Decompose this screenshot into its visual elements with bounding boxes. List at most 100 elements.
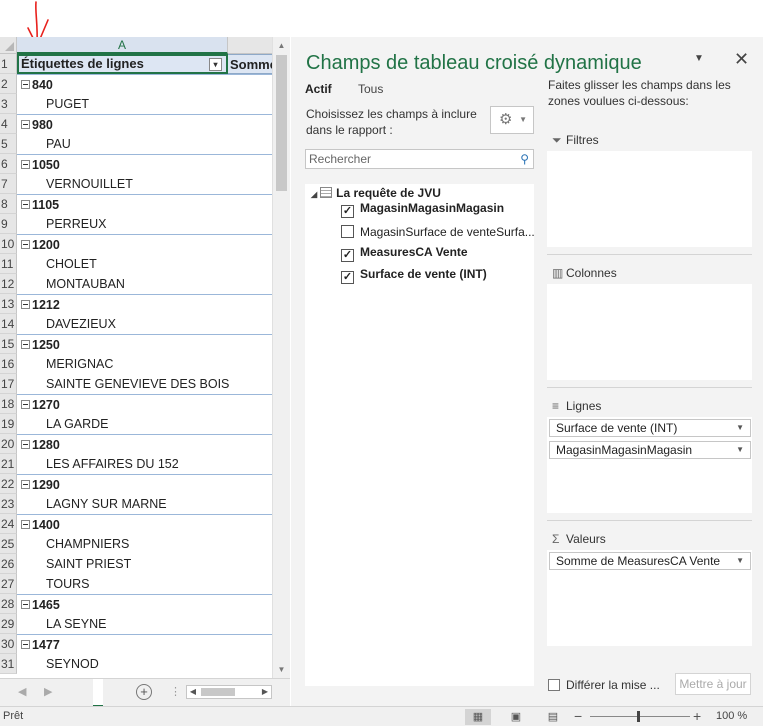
group-cell[interactable]: 840: [17, 74, 272, 94]
column-header-a[interactable]: A: [17, 37, 228, 54]
row-number[interactable]: 12: [0, 274, 17, 294]
chevron-down-icon[interactable]: ▼: [736, 420, 744, 436]
table-node[interactable]: ◢ La requête de JVU: [311, 186, 441, 200]
row-number[interactable]: 15: [0, 334, 17, 354]
row-number[interactable]: 5: [0, 134, 17, 154]
row-number[interactable]: 28: [0, 594, 17, 614]
horizontal-scrollbar[interactable]: ◀ ▶: [186, 685, 272, 699]
row-number[interactable]: 29: [0, 614, 17, 634]
row-number[interactable]: 6: [0, 154, 17, 174]
tab-active[interactable]: Actif: [305, 82, 332, 96]
scroll-left-icon[interactable]: ◀: [187, 686, 199, 698]
checked-checkbox[interactable]: ✓: [341, 205, 354, 218]
group-cell[interactable]: 1200: [17, 234, 272, 254]
tab-all[interactable]: Tous: [358, 82, 383, 96]
collapse-icon[interactable]: [21, 600, 30, 609]
add-sheet-button[interactable]: +: [136, 684, 152, 700]
field-item[interactable]: ✓ MeasuresCA Vente: [341, 245, 468, 262]
active-sheet-tab[interactable]: [93, 679, 103, 707]
unchecked-checkbox[interactable]: [341, 225, 354, 238]
row-number[interactable]: 22: [0, 474, 17, 494]
item-cell[interactable]: PUGET: [17, 94, 272, 114]
sum-header-cell[interactable]: Somme: [228, 54, 272, 74]
update-button[interactable]: Mettre à jour: [675, 673, 751, 695]
collapse-icon[interactable]: [21, 440, 30, 449]
more-options-icon[interactable]: ⋮: [170, 685, 181, 698]
item-cell[interactable]: CHOLET: [17, 254, 272, 274]
row-number[interactable]: 3: [0, 94, 17, 114]
pane-options-icon[interactable]: ▼: [694, 53, 704, 64]
columns-drop-zone[interactable]: [547, 284, 752, 380]
group-cell[interactable]: 1400: [17, 514, 272, 534]
item-cell[interactable]: SAINT PRIEST: [17, 554, 272, 574]
zoom-level[interactable]: 100 %: [716, 710, 747, 722]
row-labels-header-cell[interactable]: Étiquettes de lignes ▾: [17, 54, 228, 74]
collapse-icon[interactable]: [21, 640, 30, 649]
filter-dropdown-icon[interactable]: ▾: [209, 58, 222, 71]
scroll-right-icon[interactable]: ▶: [259, 686, 271, 698]
row-number[interactable]: 16: [0, 354, 17, 374]
item-cell[interactable]: LA SEYNE: [17, 614, 272, 634]
row-number[interactable]: 4: [0, 114, 17, 134]
row-field-pill[interactable]: Surface de vente (INT) ▼: [549, 419, 751, 437]
row-number[interactable]: 21: [0, 454, 17, 474]
close-icon[interactable]: ✕: [734, 49, 749, 70]
row-number[interactable]: 24: [0, 514, 17, 534]
normal-view-icon[interactable]: ▦: [465, 709, 491, 725]
row-number[interactable]: 19: [0, 414, 17, 434]
field-item[interactable]: ✓ Surface de vente (INT): [341, 267, 487, 284]
group-cell[interactable]: 1212: [17, 294, 272, 314]
row-number[interactable]: 31: [0, 654, 17, 674]
group-cell[interactable]: 1280: [17, 434, 272, 454]
search-input[interactable]: Rechercher ⚲: [305, 149, 534, 169]
row-number[interactable]: 25: [0, 534, 17, 554]
row-number[interactable]: 20: [0, 434, 17, 454]
next-sheet-icon[interactable]: ▶: [44, 685, 52, 698]
row-number[interactable]: 8: [0, 194, 17, 214]
row-number[interactable]: 17: [0, 374, 17, 394]
row-number[interactable]: 14: [0, 314, 17, 334]
collapse-icon[interactable]: [21, 340, 30, 349]
collapse-icon[interactable]: ◢: [311, 190, 317, 199]
collapse-icon[interactable]: [21, 480, 30, 489]
vertical-scrollbar[interactable]: ▲ ▼: [272, 37, 290, 678]
chevron-down-icon[interactable]: ▼: [736, 553, 744, 569]
row-number[interactable]: 7: [0, 174, 17, 194]
prev-sheet-icon[interactable]: ◀: [18, 685, 26, 698]
item-cell[interactable]: DAVEZIEUX: [17, 314, 272, 334]
row-number[interactable]: 11: [0, 254, 17, 274]
collapse-icon[interactable]: [21, 200, 30, 209]
item-cell[interactable]: MERIGNAC: [17, 354, 272, 374]
zoom-thumb[interactable]: [637, 711, 640, 722]
checked-checkbox[interactable]: ✓: [341, 249, 354, 262]
group-cell[interactable]: 1250: [17, 334, 272, 354]
collapse-icon[interactable]: [21, 300, 30, 309]
item-cell[interactable]: VERNOUILLET: [17, 174, 272, 194]
page-layout-icon[interactable]: ▣: [503, 709, 529, 725]
row-number[interactable]: 10: [0, 234, 17, 254]
item-cell[interactable]: SEYNOD: [17, 654, 272, 674]
scroll-down-icon[interactable]: ▼: [273, 661, 290, 678]
item-cell[interactable]: LA GARDE: [17, 414, 272, 434]
group-cell[interactable]: 980: [17, 114, 272, 134]
item-cell[interactable]: TOURS: [17, 574, 272, 594]
row-number[interactable]: 23: [0, 494, 17, 514]
field-item[interactable]: MagasinSurface de venteSurfa...: [341, 223, 535, 239]
row-number[interactable]: 18: [0, 394, 17, 414]
group-cell[interactable]: 1270: [17, 394, 272, 414]
row-field-pill[interactable]: MagasinMagasinMagasin ▼: [549, 441, 751, 459]
scroll-thumb[interactable]: [276, 55, 287, 191]
chevron-down-icon[interactable]: ▼: [736, 442, 744, 458]
item-cell[interactable]: SAINTE GENEVIEVE DES BOIS: [17, 374, 272, 394]
row-number[interactable]: 30: [0, 634, 17, 654]
hscroll-thumb[interactable]: [201, 688, 235, 696]
filters-drop-zone[interactable]: [547, 151, 752, 247]
item-cell[interactable]: LAGNY SUR MARNE: [17, 494, 272, 514]
checked-checkbox[interactable]: ✓: [341, 271, 354, 284]
group-cell[interactable]: 1465: [17, 594, 272, 614]
column-header-b[interactable]: [228, 37, 272, 54]
item-cell[interactable]: MONTAUBAN: [17, 274, 272, 294]
defer-update-option[interactable]: Différer la mise ...: [548, 677, 660, 692]
zoom-out-icon[interactable]: −: [574, 708, 582, 724]
group-cell[interactable]: 1050: [17, 154, 272, 174]
